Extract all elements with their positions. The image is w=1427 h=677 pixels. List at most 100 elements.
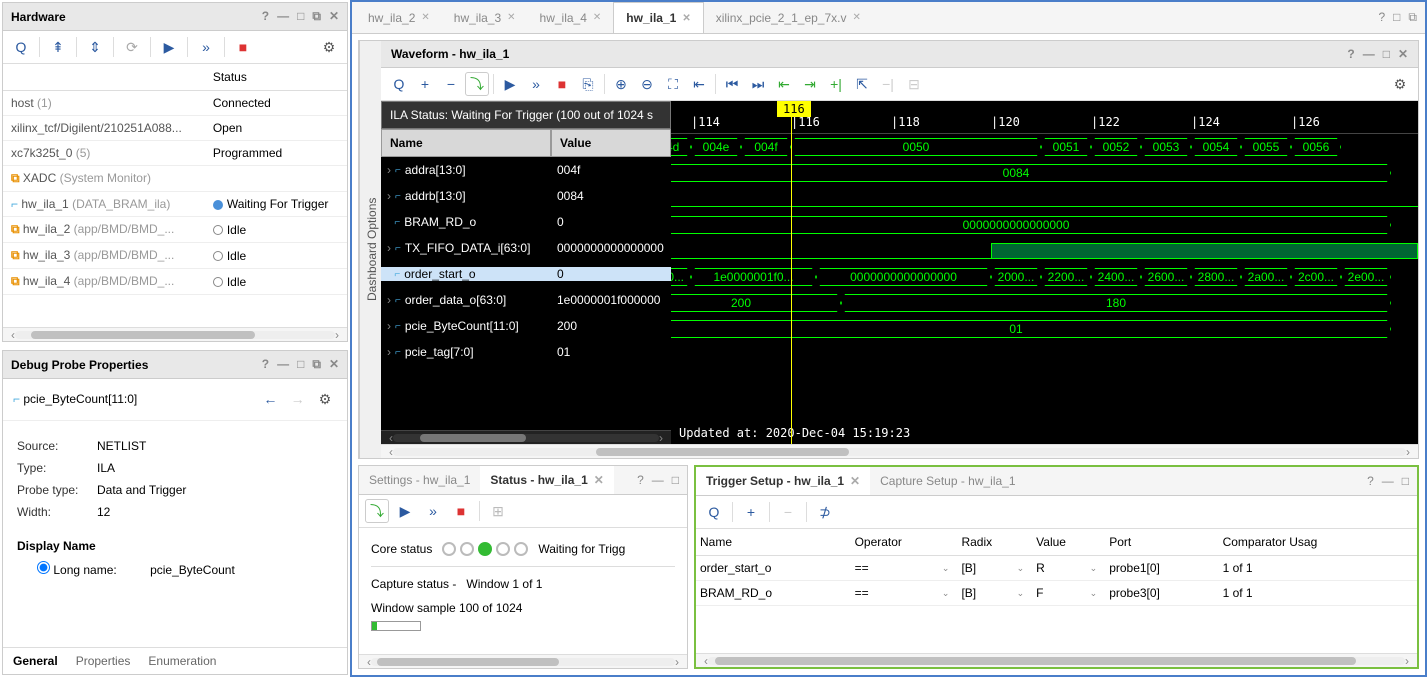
zoom-out-icon[interactable]: ⊖ bbox=[635, 72, 659, 96]
gear-icon[interactable]: ⚙ bbox=[1388, 72, 1412, 96]
trigger-col-header[interactable]: Operator bbox=[851, 529, 958, 556]
dashboard-options-tab[interactable]: Dashboard Options bbox=[359, 41, 381, 458]
goto-marker-icon[interactable]: ⇱ bbox=[850, 72, 874, 96]
close-icon[interactable]: ✕ bbox=[852, 12, 860, 23]
tab-properties[interactable]: Properties bbox=[76, 654, 131, 668]
op-dropdown[interactable]: ==⌄ bbox=[855, 586, 954, 600]
trigger-scroll[interactable]: ‹ › bbox=[696, 653, 1417, 667]
minimize-icon[interactable]: — bbox=[277, 357, 289, 372]
minimize-icon[interactable]: — bbox=[277, 9, 289, 24]
hw-row[interactable]: ⌐ hw_ila_1 (DATA_BRAM_ila)Waiting For Tr… bbox=[3, 192, 347, 217]
close-icon[interactable]: ✕ bbox=[682, 13, 690, 24]
value-col-header[interactable]: Value bbox=[551, 129, 671, 157]
sig-scroll[interactable]: ‹ › bbox=[381, 430, 671, 444]
tab-status[interactable]: Status - hw_ila_1✕ bbox=[480, 466, 613, 494]
add-marker-icon[interactable]: +| bbox=[824, 72, 848, 96]
name-col-header[interactable]: Name bbox=[381, 129, 551, 157]
expand-icon[interactable]: ⇕ bbox=[83, 35, 107, 59]
signal-row[interactable]: ›⌐addra[13:0]004f bbox=[381, 157, 671, 183]
maximize-icon[interactable]: □ bbox=[1383, 47, 1390, 61]
editor-tab[interactable]: hw_ila_2✕ bbox=[356, 2, 442, 33]
search-icon[interactable]: Q bbox=[9, 35, 33, 59]
add-icon[interactable]: + bbox=[739, 500, 763, 524]
long-name-radio[interactable] bbox=[37, 561, 50, 574]
trigger-row[interactable]: BRAM_RD_o ==⌄ [B]⌄ F⌄ probe3[0]1 of 1 bbox=[696, 581, 1417, 606]
editor-tab[interactable]: xilinx_pcie_2_1_ep_7x.v✕ bbox=[704, 2, 873, 33]
close-icon[interactable]: ✕ bbox=[329, 357, 339, 372]
prev-trans-icon[interactable]: ⇤ bbox=[772, 72, 796, 96]
trigger-col-header[interactable]: Name bbox=[696, 529, 851, 556]
maximize-icon[interactable]: □ bbox=[672, 473, 679, 487]
maximize-icon[interactable]: □ bbox=[1393, 10, 1400, 25]
gear-icon[interactable]: ⚙ bbox=[313, 388, 337, 412]
minimize-icon[interactable]: — bbox=[1363, 47, 1375, 61]
radix-dropdown[interactable]: [B]⌄ bbox=[961, 586, 1028, 600]
hw-row[interactable]: ⧉ hw_ila_2 (app/BMD/BMD_...Idle bbox=[3, 217, 347, 243]
back-icon[interactable]: ← bbox=[258, 387, 282, 411]
signal-row[interactable]: ›⌐pcie_tag[7:0]01 bbox=[381, 339, 671, 365]
close-icon[interactable]: ✕ bbox=[594, 473, 604, 487]
wave-hscroll[interactable]: ‹ › bbox=[381, 444, 1418, 458]
trigger-col-header[interactable]: Comparator Usag bbox=[1219, 529, 1417, 556]
help-icon[interactable]: ? bbox=[262, 357, 269, 372]
hw-row[interactable]: xc7k325t_0 (5)Programmed bbox=[3, 141, 347, 166]
gear-icon[interactable]: ⚙ bbox=[317, 35, 341, 59]
collapse-icon[interactable]: ⇞ bbox=[46, 35, 70, 59]
restore-icon[interactable]: ⧉ bbox=[1408, 10, 1417, 25]
fast-forward-icon[interactable]: » bbox=[524, 72, 548, 96]
editor-tab[interactable]: hw_ila_3✕ bbox=[442, 2, 528, 33]
op-dropdown[interactable]: ==⌄ bbox=[855, 561, 954, 575]
trigger-row[interactable]: order_start_o ==⌄ [B]⌄ R⌄ probe1[0]1 of … bbox=[696, 556, 1417, 581]
minimize-icon[interactable]: — bbox=[1382, 474, 1394, 488]
maximize-icon[interactable]: □ bbox=[297, 9, 304, 24]
radix-dropdown[interactable]: [B]⌄ bbox=[961, 561, 1028, 575]
search-icon[interactable]: Q bbox=[387, 72, 411, 96]
signal-row[interactable]: ⌐BRAM_RD_o0 bbox=[381, 209, 671, 235]
trigger-col-header[interactable]: Value bbox=[1032, 529, 1105, 556]
options-icon[interactable]: ⊞ bbox=[486, 499, 510, 523]
remove-icon[interactable]: − bbox=[439, 72, 463, 96]
forward-icon[interactable]: → bbox=[286, 387, 310, 411]
tab-capture-setup[interactable]: Capture Setup - hw_ila_1 bbox=[870, 467, 1025, 495]
close-icon[interactable]: ✕ bbox=[507, 12, 515, 23]
signal-row[interactable]: ›⌐order_data_o[63:0]1e0000001f000000 bbox=[381, 287, 671, 313]
restore-icon[interactable]: ⧉ bbox=[312, 9, 321, 24]
del-marker-icon[interactable]: −| bbox=[876, 72, 900, 96]
help-icon[interactable]: ? bbox=[637, 473, 644, 487]
tab-enumeration[interactable]: Enumeration bbox=[148, 654, 216, 668]
tab-trigger-setup[interactable]: Trigger Setup - hw_ila_1✕ bbox=[696, 467, 870, 495]
stop-icon[interactable]: ■ bbox=[449, 499, 473, 523]
stop-icon[interactable]: ■ bbox=[550, 72, 574, 96]
help-icon[interactable]: ? bbox=[1367, 474, 1374, 488]
fast-forward-icon[interactable]: » bbox=[194, 35, 218, 59]
signal-row[interactable]: ›⌐TX_FIFO_DATA_i[63:0]0000000000000000 bbox=[381, 235, 671, 261]
play-icon[interactable]: ▶ bbox=[498, 72, 522, 96]
stop-icon[interactable]: ■ bbox=[231, 35, 255, 59]
signal-row[interactable]: ›⌐pcie_ByteCount[11:0]200 bbox=[381, 313, 671, 339]
hsplit-icon[interactable]: ⊟ bbox=[902, 72, 926, 96]
marker-line[interactable] bbox=[791, 101, 792, 444]
help-icon[interactable]: ? bbox=[1378, 10, 1385, 25]
hw-scroll[interactable]: ‹ › bbox=[3, 327, 347, 341]
next-trans-icon[interactable]: ⇥ bbox=[798, 72, 822, 96]
close-icon[interactable]: ✕ bbox=[593, 12, 601, 23]
signal-row[interactable]: ›⌐addrb[13:0]0084 bbox=[381, 183, 671, 209]
value-dropdown[interactable]: R⌄ bbox=[1036, 561, 1101, 575]
close-icon[interactable]: ✕ bbox=[1398, 47, 1408, 61]
zoom-region-icon[interactable]: ⇤ bbox=[687, 72, 711, 96]
filter-icon[interactable]: ⊅ bbox=[813, 500, 837, 524]
hw-row[interactable]: ⧉ hw_ila_4 (app/BMD/BMD_...Idle bbox=[3, 269, 347, 295]
hw-row[interactable]: host (1)Connected bbox=[3, 91, 347, 116]
status-scroll[interactable]: ‹ › bbox=[359, 654, 687, 668]
zoom-in-icon[interactable]: ⊕ bbox=[609, 72, 633, 96]
editor-tab[interactable]: hw_ila_1✕ bbox=[613, 2, 703, 33]
trigger-now-icon[interactable]: ⤵ bbox=[365, 499, 389, 523]
hw-row[interactable]: ⧉ XADC (System Monitor) bbox=[3, 166, 347, 192]
tab-general[interactable]: General bbox=[13, 654, 58, 668]
help-icon[interactable]: ? bbox=[1347, 47, 1354, 61]
maximize-icon[interactable]: □ bbox=[297, 357, 304, 372]
refresh-icon[interactable]: ⟳ bbox=[120, 35, 144, 59]
editor-tab[interactable]: hw_ila_4✕ bbox=[528, 2, 614, 33]
tab-settings[interactable]: Settings - hw_ila_1 bbox=[359, 466, 480, 494]
trigger-now-icon[interactable]: ⤵ bbox=[465, 72, 489, 96]
